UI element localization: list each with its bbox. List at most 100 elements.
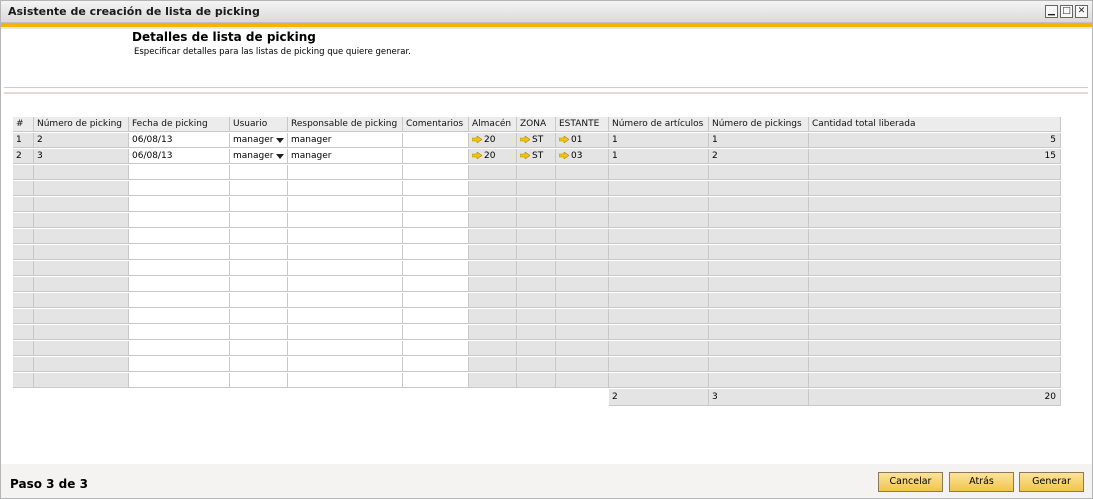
column-header-row-number[interactable]: # xyxy=(13,117,34,132)
cell-total-released-qty[interactable] xyxy=(809,197,1061,212)
cell-shelf[interactable] xyxy=(556,277,609,292)
cell-warehouse[interactable] xyxy=(469,277,517,292)
cell-picking-date[interactable] xyxy=(129,165,230,180)
cell-picking-responsible[interactable] xyxy=(288,213,403,228)
cell-comments[interactable] xyxy=(403,213,469,228)
cell-picking-date[interactable] xyxy=(129,309,230,324)
table-row[interactable]: 1 2 06/08/13 manager manager 20 ST 01 1 1 5 xyxy=(13,133,1061,149)
cell-total-released-qty[interactable] xyxy=(809,165,1061,180)
cell-user[interactable] xyxy=(230,341,288,356)
cell-picking-date[interactable] xyxy=(129,325,230,340)
cell-picking-number[interactable] xyxy=(34,357,129,372)
cell-picking-number[interactable]: 2 xyxy=(34,133,129,148)
cell-zone[interactable] xyxy=(517,309,556,324)
cell-picking-count[interactable] xyxy=(709,373,809,388)
cell-warehouse[interactable] xyxy=(469,197,517,212)
cell-comments[interactable] xyxy=(403,229,469,244)
column-header-total-released-qty[interactable]: Cantidad total liberada xyxy=(809,117,1061,132)
cell-zone[interactable] xyxy=(517,341,556,356)
cell-user[interactable] xyxy=(230,229,288,244)
link-arrow-icon[interactable] xyxy=(520,136,530,143)
cell-item-count[interactable]: 1 xyxy=(609,133,709,148)
empty-table-row[interactable] xyxy=(13,277,1061,293)
empty-table-row[interactable] xyxy=(13,181,1061,197)
empty-table-row[interactable] xyxy=(13,245,1061,261)
cell-item-count[interactable] xyxy=(609,229,709,244)
cell-picking-number[interactable] xyxy=(34,309,129,324)
cell-picking-count[interactable] xyxy=(709,197,809,212)
cell-comments[interactable] xyxy=(403,245,469,260)
cell-picking-count[interactable] xyxy=(709,309,809,324)
empty-table-row[interactable] xyxy=(13,309,1061,325)
cell-picking-responsible[interactable] xyxy=(288,181,403,196)
cell-user[interactable]: manager xyxy=(230,133,288,148)
cell-picking-responsible[interactable] xyxy=(288,309,403,324)
cell-zone[interactable] xyxy=(517,373,556,388)
table-row[interactable]: 2 3 06/08/13 manager manager 20 ST 03 1 2 15 xyxy=(13,149,1061,165)
cell-user[interactable]: manager xyxy=(230,149,288,164)
cell-warehouse[interactable] xyxy=(469,325,517,340)
cell-item-count[interactable] xyxy=(609,181,709,196)
cell-total-released-qty[interactable] xyxy=(809,181,1061,196)
cell-zone[interactable] xyxy=(517,357,556,372)
cell-picking-responsible[interactable]: manager xyxy=(288,149,403,164)
cell-picking-responsible[interactable] xyxy=(288,325,403,340)
cell-picking-count[interactable] xyxy=(709,261,809,276)
cell-picking-date[interactable] xyxy=(129,357,230,372)
column-header-zone[interactable]: ZONA xyxy=(517,117,556,132)
title-bar[interactable]: Asistente de creación de lista de pickin… xyxy=(1,1,1092,23)
cell-picking-count[interactable]: 2 xyxy=(709,149,809,164)
cell-zone[interactable]: ST xyxy=(517,149,556,164)
cell-picking-date[interactable] xyxy=(129,245,230,260)
empty-table-row[interactable] xyxy=(13,165,1061,181)
cell-picking-responsible[interactable] xyxy=(288,245,403,260)
cell-warehouse[interactable] xyxy=(469,181,517,196)
cell-zone[interactable]: ST xyxy=(517,133,556,148)
cell-warehouse[interactable]: 20 xyxy=(469,149,517,164)
cell-total-released-qty[interactable] xyxy=(809,309,1061,324)
cell-picking-number[interactable] xyxy=(34,373,129,388)
cell-picking-number[interactable] xyxy=(34,293,129,308)
cell-warehouse[interactable] xyxy=(469,213,517,228)
cell-picking-number[interactable] xyxy=(34,229,129,244)
cell-user[interactable] xyxy=(230,245,288,260)
cell-shelf[interactable] xyxy=(556,229,609,244)
cell-warehouse[interactable]: 20 xyxy=(469,133,517,148)
cell-shelf[interactable]: 01 xyxy=(556,133,609,148)
chevron-down-icon[interactable] xyxy=(276,154,284,159)
cell-picking-count[interactable] xyxy=(709,277,809,292)
cancel-button[interactable]: Cancelar xyxy=(878,472,943,492)
cell-user[interactable] xyxy=(230,181,288,196)
column-header-user[interactable]: Usuario xyxy=(230,117,288,132)
link-arrow-icon[interactable] xyxy=(559,152,569,159)
cell-zone[interactable] xyxy=(517,245,556,260)
cell-picking-responsible[interactable] xyxy=(288,373,403,388)
link-arrow-icon[interactable] xyxy=(520,152,530,159)
cell-picking-count[interactable]: 1 xyxy=(709,133,809,148)
cell-item-count[interactable] xyxy=(609,277,709,292)
cell-total-released-qty[interactable] xyxy=(809,357,1061,372)
empty-table-row[interactable] xyxy=(13,197,1061,213)
empty-table-row[interactable] xyxy=(13,325,1061,341)
cell-warehouse[interactable] xyxy=(469,357,517,372)
cell-comments[interactable] xyxy=(403,325,469,340)
cell-comments[interactable] xyxy=(403,133,469,148)
cell-warehouse[interactable] xyxy=(469,309,517,324)
cell-picking-responsible[interactable] xyxy=(288,341,403,356)
cell-comments[interactable] xyxy=(403,149,469,164)
cell-picking-count[interactable] xyxy=(709,357,809,372)
empty-table-row[interactable] xyxy=(13,373,1061,389)
minimize-icon[interactable]: ▁ xyxy=(1045,5,1058,18)
cell-picking-number[interactable] xyxy=(34,197,129,212)
empty-table-row[interactable] xyxy=(13,357,1061,373)
cell-picking-number[interactable] xyxy=(34,277,129,292)
cell-user[interactable] xyxy=(230,309,288,324)
cell-total-released-qty[interactable] xyxy=(809,341,1061,356)
cell-total-released-qty[interactable] xyxy=(809,325,1061,340)
cell-total-released-qty[interactable] xyxy=(809,245,1061,260)
cell-picking-count[interactable] xyxy=(709,245,809,260)
cell-picking-date[interactable] xyxy=(129,261,230,276)
cell-zone[interactable] xyxy=(517,293,556,308)
cell-item-count[interactable]: 1 xyxy=(609,149,709,164)
cell-zone[interactable] xyxy=(517,277,556,292)
